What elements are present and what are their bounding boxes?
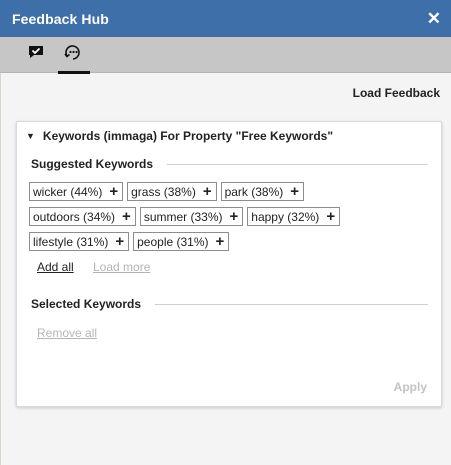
keyword-row: lifestyle (31%) + people (31%) +	[29, 232, 439, 251]
keyword-chip[interactable]: outdoors (34%) +	[29, 207, 136, 226]
load-feedback-button[interactable]: Load Feedback	[353, 86, 440, 100]
keywords-panel: ▼ Keywords (immaga) For Property "Free K…	[16, 121, 442, 407]
plus-icon[interactable]: +	[115, 234, 124, 249]
toolbar	[0, 37, 451, 74]
panel-header[interactable]: ▼ Keywords (immaga) For Property "Free K…	[26, 129, 333, 143]
window-title: Feedback Hub	[12, 10, 109, 27]
plus-icon[interactable]: +	[230, 209, 239, 224]
keyword-chip[interactable]: wicker (44%) +	[29, 182, 124, 201]
keyword-label: outdoors (34%)	[33, 209, 116, 224]
suggested-keywords-heading: Suggested Keywords	[31, 157, 428, 171]
selected-keywords-title: Selected Keywords	[31, 297, 142, 311]
suggested-keywords-title: Suggested Keywords	[31, 157, 154, 171]
load-more-link[interactable]: Load more	[93, 260, 150, 274]
keyword-label: park (38%)	[224, 184, 284, 199]
plus-icon[interactable]: +	[290, 184, 299, 199]
panel-title: Keywords (immaga) For Property "Free Key…	[42, 129, 334, 143]
keyword-chip[interactable]: summer (33%) +	[139, 207, 244, 226]
caret-down-icon: ▼	[26, 131, 35, 141]
keyword-label: lifestyle (31%)	[33, 234, 109, 249]
plus-icon[interactable]: +	[216, 234, 225, 249]
divider	[167, 163, 428, 165]
left-border	[0, 73, 1, 465]
plus-icon[interactable]: +	[203, 184, 212, 199]
tab-feedback[interactable]	[22, 41, 50, 67]
plus-icon[interactable]: +	[122, 209, 131, 224]
apply-button[interactable]: Apply	[394, 380, 427, 394]
plus-icon[interactable]: +	[326, 209, 335, 224]
keyword-label: grass (38%)	[131, 184, 196, 199]
close-icon[interactable]: ✕	[427, 10, 441, 27]
keyword-chip[interactable]: lifestyle (31%) +	[29, 232, 130, 251]
plus-icon[interactable]: +	[109, 184, 118, 199]
keyword-chip[interactable]: park (38%) +	[220, 182, 305, 201]
keyword-chip[interactable]: people (31%) +	[133, 232, 230, 251]
keyword-label: happy (32%)	[251, 209, 320, 224]
keyword-chip[interactable]: grass (38%) +	[127, 182, 217, 201]
add-all-link[interactable]: Add all	[37, 260, 74, 274]
keyword-label: summer (33%)	[143, 209, 223, 224]
keyword-label: people (31%)	[137, 234, 209, 249]
feedback-check-icon	[29, 46, 43, 58]
active-tab-indicator	[58, 71, 90, 74]
keyword-row: outdoors (34%) + summer (33%) + happy (3…	[29, 207, 439, 226]
selected-keywords-heading: Selected Keywords	[31, 297, 428, 311]
keyword-label: wicker (44%)	[33, 184, 103, 199]
remove-all-link[interactable]: Remove all	[37, 326, 97, 340]
tab-keywords[interactable]	[58, 41, 86, 67]
divider	[155, 303, 428, 305]
suggested-keyword-list: wicker (44%) + grass (38%) + park (38%) …	[29, 182, 439, 257]
keywords-icon	[64, 45, 80, 60]
keyword-chip[interactable]: happy (32%) +	[247, 207, 341, 226]
title-bar: Feedback Hub ✕	[0, 0, 451, 37]
keyword-row: wicker (44%) + grass (38%) + park (38%) …	[29, 182, 439, 201]
